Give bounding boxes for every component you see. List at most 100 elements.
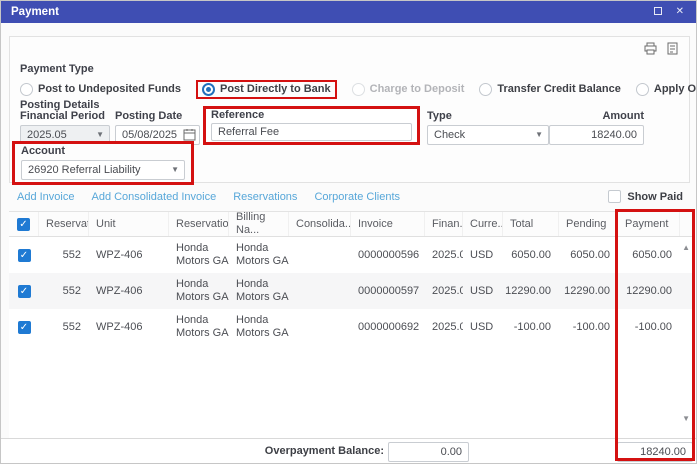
cell-billing-name: Honda Motors GA	[229, 242, 289, 268]
col-payment[interactable]: Payment	[618, 212, 680, 236]
amount-label: Amount	[549, 110, 644, 123]
col-reservation-name[interactable]: Reservatio...	[169, 212, 229, 236]
financial-period-field: Financial Period 2025.05 ▼	[20, 110, 110, 145]
select-all-checkbox-checked[interactable]: ✓	[17, 218, 30, 231]
reference-input[interactable]	[211, 123, 412, 141]
scroll-down-icon[interactable]: ▼	[682, 414, 690, 423]
radio-icon	[479, 83, 492, 96]
cell-payment: 12290.00	[618, 285, 680, 298]
amount-input[interactable]	[549, 125, 644, 145]
account-select[interactable]: 26920 Referral Liability ▼	[21, 160, 185, 180]
col-invoice[interactable]: Invoice	[351, 212, 425, 236]
print-icon[interactable]	[644, 42, 657, 55]
cell-currency: USD	[463, 285, 503, 298]
col-financial-period[interactable]: Finan...	[425, 212, 463, 236]
col-unit[interactable]: Unit	[89, 212, 169, 236]
chevron-down-icon: ▼	[535, 130, 543, 139]
titlebar: Payment ✕	[1, 1, 696, 23]
calendar-icon[interactable]	[183, 128, 196, 141]
cell-reservation: 552	[39, 285, 89, 298]
payment-type-label: Payment Type	[20, 63, 94, 75]
chevron-down-icon: ▼	[171, 165, 179, 174]
cell-total: 6050.00	[503, 249, 559, 262]
select-all-cell[interactable]: ✓	[9, 212, 39, 236]
corporate-clients-link[interactable]: Corporate Clients	[314, 191, 400, 203]
overpayment-balance-label: Overpayment Balance:	[1, 445, 384, 457]
chevron-down-icon: ▼	[96, 130, 104, 139]
radio-transfer-credit-balance[interactable]: Transfer Credit Balance	[479, 83, 621, 96]
account-label: Account	[21, 144, 185, 158]
cell-pending: 6050.00	[559, 249, 618, 262]
col-billing-name[interactable]: Billing Na...	[229, 212, 289, 236]
amount-field: Amount	[549, 110, 644, 145]
table-row[interactable]: ✓ 552 WPZ-406 Honda Motors GA Honda Moto…	[9, 237, 695, 273]
cell-billing-name: Honda Motors GA	[229, 278, 289, 304]
type-field: Type Check ▼	[427, 110, 549, 145]
add-invoice-link[interactable]: Add Invoice	[17, 191, 74, 203]
col-consolidated[interactable]: Consolida...	[289, 212, 351, 236]
type-label: Type	[427, 110, 549, 123]
cell-unit: WPZ-406	[89, 249, 169, 262]
cell-financial-period: 2025.05	[425, 321, 463, 334]
close-icon: ✕	[676, 6, 684, 17]
radio-icon	[20, 83, 33, 96]
cell-currency: USD	[463, 249, 503, 262]
maximize-icon	[654, 7, 662, 15]
radio-charge-to-deposit: Charge to Deposit	[352, 83, 465, 96]
add-consolidated-invoice-link[interactable]: Add Consolidated Invoice	[91, 191, 216, 203]
cell-billing-name: Honda Motors GA	[229, 314, 289, 340]
radio-post-to-undeposited-funds[interactable]: Post to Undeposited Funds	[20, 83, 181, 96]
cell-financial-period: 2025.04	[425, 249, 463, 262]
scroll-up-icon[interactable]: ▲	[682, 243, 690, 252]
row-checkbox-checked[interactable]: ✓	[18, 285, 31, 298]
row-checkbox-checked[interactable]: ✓	[18, 249, 31, 262]
invoice-table: ✓ Reservat... Unit Reservatio... Billing…	[9, 211, 695, 438]
col-currency[interactable]: Curre...	[463, 212, 503, 236]
col-total[interactable]: Total	[503, 212, 559, 236]
cell-payment: -100.00	[618, 321, 680, 334]
posting-date-field: Posting Date	[115, 110, 200, 145]
cell-total: -100.00	[503, 321, 559, 334]
table-header-row: ✓ Reservat... Unit Reservatio... Billing…	[9, 211, 695, 237]
cell-currency: USD	[463, 321, 503, 334]
cell-invoice: 0000000597	[351, 285, 425, 298]
cell-financial-period: 2025.04	[425, 285, 463, 298]
col-pending[interactable]: Pending	[559, 212, 618, 236]
dialog-body: Payment Type Post to Undeposited Funds P…	[1, 23, 696, 464]
highlight-box-post-directly-to-bank: Post Directly to Bank	[196, 80, 337, 99]
payment-form-panel: Payment Type Post to Undeposited Funds P…	[9, 36, 690, 183]
cell-invoice: 0000000596	[351, 249, 425, 262]
cell-payment: 6050.00	[618, 249, 680, 262]
highlight-box-account: Account 26920 Referral Liability ▼	[12, 141, 194, 185]
cell-total: 12290.00	[503, 285, 559, 298]
cell-reservation-name: Honda Motors GA	[169, 314, 229, 340]
maximize-button[interactable]	[654, 7, 662, 18]
show-paid-checkbox[interactable]	[608, 190, 621, 203]
panel-toolbar	[644, 42, 679, 55]
radio-post-directly-to-bank[interactable]: Post Directly to Bank	[202, 83, 331, 96]
close-button[interactable]: ✕	[676, 7, 684, 17]
table-row[interactable]: ✓ 552 WPZ-406 Honda Motors GA Honda Moto…	[9, 309, 695, 345]
cell-reservation-name: Honda Motors GA	[169, 242, 229, 268]
radio-icon	[636, 83, 649, 96]
col-reservation[interactable]: Reservat...	[39, 212, 89, 236]
window-title: Payment	[11, 6, 640, 18]
payment-total-input[interactable]	[617, 442, 693, 462]
row-checkbox-checked[interactable]: ✓	[18, 321, 31, 334]
cell-unit: WPZ-406	[89, 285, 169, 298]
show-paid-label: Show Paid	[627, 191, 683, 203]
show-paid-toggle[interactable]: Show Paid	[608, 190, 683, 203]
payment-dialog: Payment ✕ Payment Type Post to Undeposit…	[0, 0, 697, 464]
cell-pending: -100.00	[559, 321, 618, 334]
cell-unit: WPZ-406	[89, 321, 169, 334]
cell-reservation: 552	[39, 249, 89, 262]
posting-date-label: Posting Date	[115, 110, 200, 123]
table-row[interactable]: ✓ 552 WPZ-406 Honda Motors GA Honda Moto…	[9, 273, 695, 309]
reservations-link[interactable]: Reservations	[233, 191, 297, 203]
radio-apply-overpayment[interactable]: Apply Overpayment	[636, 83, 697, 96]
highlight-box-reference: Reference	[203, 106, 420, 145]
document-icon[interactable]	[666, 42, 679, 55]
type-select[interactable]: Check ▼	[427, 125, 549, 145]
overpayment-balance-input[interactable]	[388, 442, 469, 462]
radio-selected-icon	[202, 83, 215, 96]
